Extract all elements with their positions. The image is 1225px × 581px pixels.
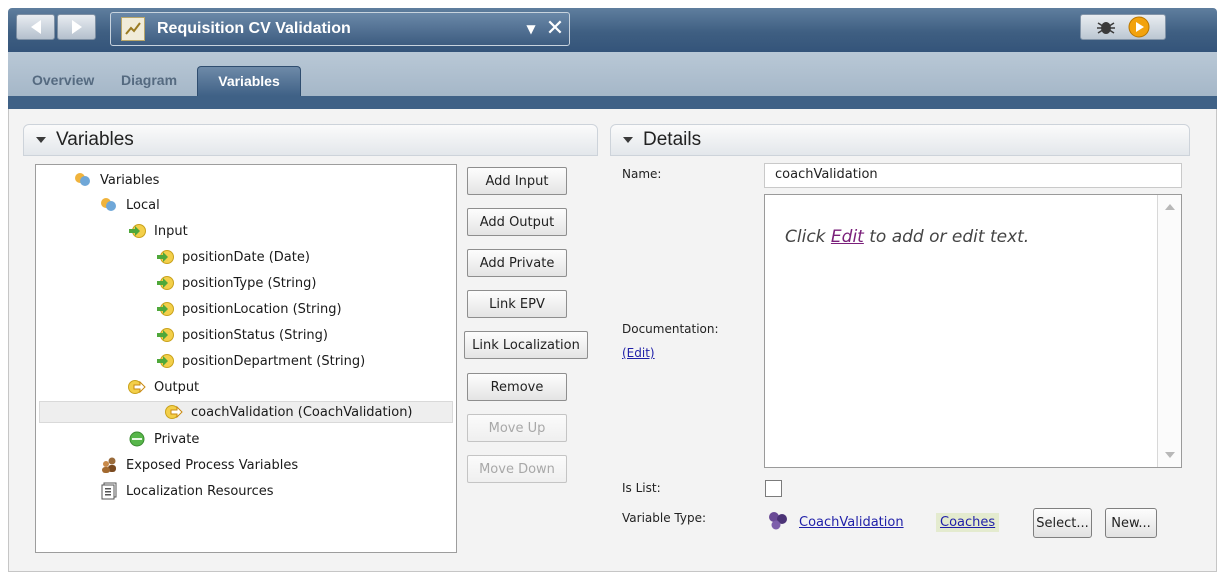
tree-item-label: positionLocation (String) [182, 301, 342, 317]
private-icon [129, 431, 145, 447]
resources-icon [101, 482, 117, 500]
run-toolbar [1080, 14, 1166, 40]
output-arrow-icon [128, 380, 146, 394]
service-icon [121, 17, 145, 41]
tree-item-label: Variables [100, 172, 160, 188]
documentation-label: Documentation: [622, 322, 719, 336]
tree-item-label: positionStatus (String) [182, 327, 328, 343]
tree-item-input[interactable]: Input [128, 220, 188, 242]
tree-item-private[interactable]: Private [128, 428, 199, 450]
variables-section-header[interactable]: Variables [23, 124, 598, 156]
doc-hint-text-after: to add or edit text. [863, 227, 1030, 247]
remove-button[interactable]: Remove [467, 373, 567, 401]
move-down-button[interactable]: Move Down [467, 455, 567, 483]
forward-arrow-icon [71, 20, 82, 34]
tree-item-variables[interactable]: Variables [74, 169, 159, 191]
tab-underline [8, 96, 1217, 109]
input-arrow-icon [157, 302, 174, 316]
history-nav [16, 14, 96, 40]
scroll-up-arrow-icon[interactable] [1165, 204, 1175, 210]
tree-item-label: Private [154, 431, 200, 447]
tree-item-label: Local [126, 197, 160, 213]
back-button[interactable] [16, 14, 55, 40]
run-play-icon[interactable] [1128, 16, 1150, 38]
tree-item-position-type[interactable]: positionType (String) [156, 272, 316, 294]
variable-type-label: Variable Type: [622, 511, 707, 525]
link-localization-button[interactable]: Link Localization [464, 331, 588, 359]
tree-item-label: positionType (String) [182, 275, 317, 291]
add-input-button[interactable]: Add Input [467, 167, 567, 195]
input-arrow-icon [157, 250, 174, 264]
tree-item-coach-validation[interactable]: coachValidation (CoachValidation) [39, 401, 453, 423]
new-type-button[interactable]: New... [1105, 508, 1157, 538]
tree-item-label: Localization Resources [126, 483, 274, 499]
toolkit-link[interactable]: Coaches [936, 513, 1000, 532]
variables-section-title: Variables [56, 129, 134, 150]
variables-icon [75, 173, 90, 186]
people-icon [102, 457, 116, 473]
add-output-button[interactable]: Add Output [467, 208, 567, 236]
tree-item-output[interactable]: Output [128, 376, 199, 398]
close-icon[interactable]: ✕ [541, 18, 569, 40]
documentation-editor[interactable]: Click Edit to add or edit text. [764, 194, 1182, 468]
name-label: Name: [622, 167, 662, 181]
back-arrow-icon [30, 20, 41, 34]
tab-overview[interactable]: Overview [32, 66, 94, 96]
open-editor-combo[interactable]: Requisition CV Validation ▼ ✕ [110, 12, 570, 46]
business-object-icon [769, 512, 787, 530]
tree-item-position-location[interactable]: positionLocation (String) [156, 298, 342, 320]
move-up-button[interactable]: Move Up [467, 414, 567, 442]
documentation-scrollbar[interactable] [1157, 195, 1181, 467]
input-arrow-icon [157, 276, 174, 290]
doc-hint-edit-link[interactable]: Edit [831, 227, 864, 247]
collapse-triangle-icon[interactable] [36, 137, 46, 143]
variables-tree[interactable]: Variables Local Input positionDate (Date… [35, 164, 457, 553]
variables-icon [101, 198, 116, 211]
documentation-hint: Click Edit to add or edit text. [785, 227, 1029, 247]
tree-item-local[interactable]: Local [100, 194, 160, 216]
add-private-button[interactable]: Add Private [467, 249, 567, 277]
title-bar: Requisition CV Validation ▼ ✕ [8, 8, 1217, 52]
tree-item-position-date[interactable]: positionDate (Date) [156, 246, 310, 268]
documentation-edit-link[interactable]: (Edit) [622, 346, 655, 360]
collapse-triangle-icon[interactable] [623, 137, 633, 143]
tree-item-position-status[interactable]: positionStatus (String) [156, 324, 328, 346]
tab-strip: Overview Diagram Variables [8, 52, 1217, 96]
input-arrow-icon [157, 328, 174, 342]
details-section-header[interactable]: Details [610, 124, 1190, 156]
tree-item-label: positionDepartment (String) [182, 353, 366, 369]
tab-diagram[interactable]: Diagram [121, 66, 177, 96]
tree-item-label: coachValidation (CoachValidation) [191, 404, 413, 420]
tree-item-position-department[interactable]: positionDepartment (String) [156, 350, 365, 372]
tree-item-label: Output [154, 379, 200, 395]
tree-item-localization-resources[interactable]: Localization Resources [100, 480, 274, 502]
link-epv-button[interactable]: Link EPV [467, 290, 567, 318]
tree-item-label: Exposed Process Variables [126, 457, 299, 473]
select-type-button[interactable]: Select... [1033, 508, 1092, 538]
tree-item-exposed-process-variables[interactable]: Exposed Process Variables [100, 454, 298, 476]
app-window: Requisition CV Validation ▼ ✕ Overview D… [0, 0, 1225, 581]
input-arrow-icon [157, 354, 174, 368]
tree-item-label: Input [154, 223, 188, 239]
details-section-title: Details [643, 129, 702, 150]
debug-bug-icon[interactable] [1096, 17, 1116, 37]
forward-button[interactable] [57, 14, 96, 40]
input-arrow-icon [129, 224, 146, 238]
variable-type-link[interactable]: CoachValidation [799, 515, 904, 530]
is-list-label: Is List: [622, 481, 661, 495]
output-arrow-icon [165, 405, 183, 419]
scroll-down-arrow-icon[interactable] [1165, 452, 1175, 458]
tree-item-label: positionDate (Date) [182, 249, 310, 265]
is-list-checkbox[interactable] [765, 480, 782, 497]
name-field[interactable]: coachValidation [764, 163, 1182, 188]
doc-hint-text-before: Click [785, 227, 831, 247]
tab-variables[interactable]: Variables [197, 66, 301, 96]
chevron-down-icon[interactable]: ▼ [521, 22, 541, 36]
editor-title: Requisition CV Validation [157, 20, 351, 37]
